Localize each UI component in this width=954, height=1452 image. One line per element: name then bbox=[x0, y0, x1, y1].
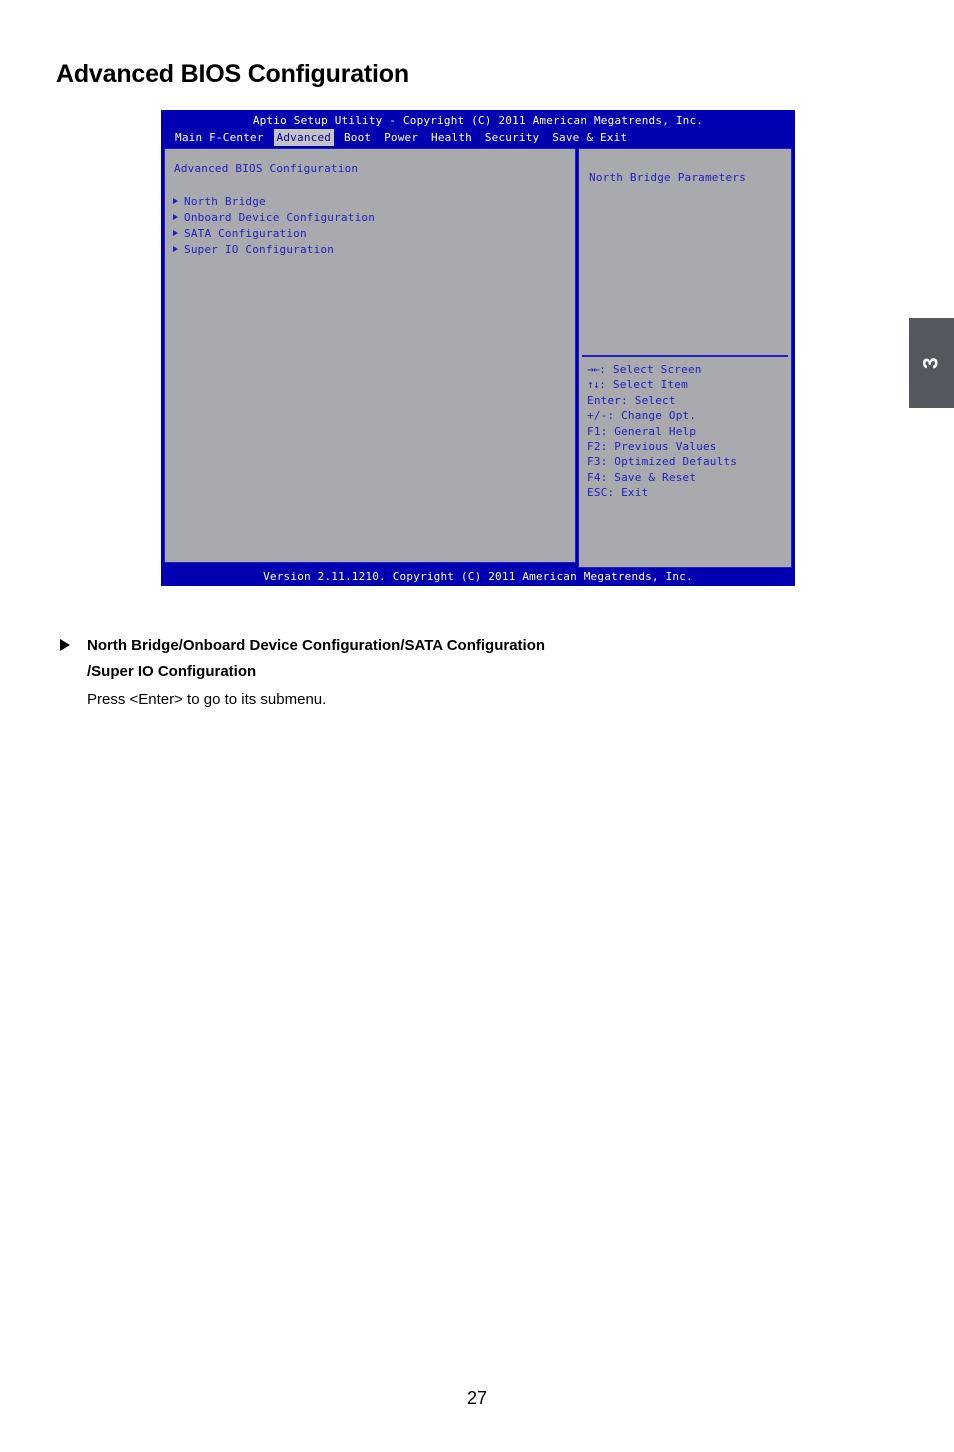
page-number: 27 bbox=[466, 1388, 488, 1408]
nav-key-select-item: ↑↓: Select Item bbox=[583, 377, 789, 392]
menu-item-label: North Bridge bbox=[184, 195, 266, 208]
bios-menubar: Main F-Center Advanced Boot Power Health… bbox=[161, 129, 795, 146]
tab-save-and-exit[interactable]: Save & Exit bbox=[549, 129, 630, 146]
nav-key-optimized-defaults: F3: Optimized Defaults bbox=[587, 455, 738, 469]
chapter-tab-number: 3 bbox=[919, 357, 943, 369]
nav-key-select-screen: →←: Select Screen bbox=[583, 362, 789, 377]
menu-item-north-bridge[interactable]: North Bridge bbox=[170, 194, 570, 210]
up-down-arrow-icon: ↑↓ bbox=[587, 378, 600, 392]
menu-item-onboard-device-configuration[interactable]: Onboard Device Configuration bbox=[170, 210, 570, 226]
help-panel: North Bridge Parameters →←: Select Scree… bbox=[578, 148, 792, 568]
left-right-arrow-icon: →← bbox=[587, 363, 600, 376]
tab-advanced[interactable]: Advanced bbox=[273, 129, 335, 146]
page-title: Advanced BIOS Configuration bbox=[56, 60, 409, 88]
menu-item-label: SATA Configuration bbox=[184, 227, 307, 240]
bios-titlebar: Aptio Setup Utility - Copyright (C) 2011… bbox=[252, 114, 704, 127]
help-description: North Bridge Parameters bbox=[589, 171, 746, 184]
nav-key-save-and-reset: F4: Save & Reset bbox=[587, 470, 697, 484]
nav-key-enter-select: Enter: Select bbox=[587, 393, 676, 407]
menu-item-label: Super IO Configuration bbox=[184, 243, 335, 256]
submenu-arrow-icon bbox=[173, 198, 178, 204]
submenu-arrow-icon bbox=[173, 214, 178, 220]
tab-boot[interactable]: Boot bbox=[341, 129, 374, 146]
menu-item-sata-configuration[interactable]: SATA Configuration bbox=[170, 226, 570, 242]
note-heading-text: North Bridge/Onboard Device Configuratio… bbox=[87, 637, 546, 654]
submenu-arrow-icon bbox=[173, 230, 178, 236]
note-body-text: Press <Enter> to go to its submenu. bbox=[87, 691, 327, 708]
submenu-arrow-icon bbox=[173, 246, 178, 252]
settings-panel: Advanced BIOS Configuration North Bridge… bbox=[164, 148, 576, 563]
nav-key-previous-values: F2: Previous Values bbox=[587, 440, 717, 454]
note-block: North Bridge/Onboard Device Configuratio… bbox=[60, 633, 780, 713]
bios-body: Advanced BIOS Configuration North Bridge… bbox=[164, 148, 792, 568]
nav-key-change-opt: +/-: Change Opt. bbox=[587, 409, 697, 423]
note-heading-line2: /Super IO Configuration bbox=[87, 663, 257, 680]
settings-panel-heading: Advanced BIOS Configuration bbox=[174, 162, 359, 175]
chapter-tab: 3 bbox=[909, 318, 954, 408]
tab-health[interactable]: Health bbox=[428, 129, 475, 146]
bios-setup-window: Aptio Setup Utility - Copyright (C) 2011… bbox=[161, 110, 795, 586]
nav-key-label: : Select Item bbox=[599, 378, 688, 392]
help-panel-divider bbox=[582, 355, 788, 357]
tab-power[interactable]: Power bbox=[381, 129, 421, 146]
bios-footer-version: Version 2.11.1210. Copyright (C) 2011 Am… bbox=[263, 570, 693, 583]
tab-security[interactable]: Security bbox=[482, 129, 543, 146]
tab-main-f-center[interactable]: Main F-Center bbox=[172, 129, 267, 146]
nav-key-label: : Select Screen bbox=[599, 363, 702, 376]
note-heading-line1: North Bridge/Onboard Device Configuratio… bbox=[60, 633, 780, 659]
menu-item-label: Onboard Device Configuration bbox=[184, 211, 376, 224]
navigation-key-legend: →←: Select Screen ↑↓: Select Item Enter:… bbox=[583, 362, 789, 501]
menu-item-super-io-configuration[interactable]: Super IO Configuration bbox=[170, 242, 570, 258]
nav-key-esc-exit: ESC: Exit bbox=[587, 486, 649, 500]
nav-key-general-help: F1: General Help bbox=[587, 424, 697, 438]
settings-menu-list: North Bridge Onboard Device Configuratio… bbox=[170, 194, 570, 258]
bullet-triangle-icon bbox=[60, 639, 70, 651]
